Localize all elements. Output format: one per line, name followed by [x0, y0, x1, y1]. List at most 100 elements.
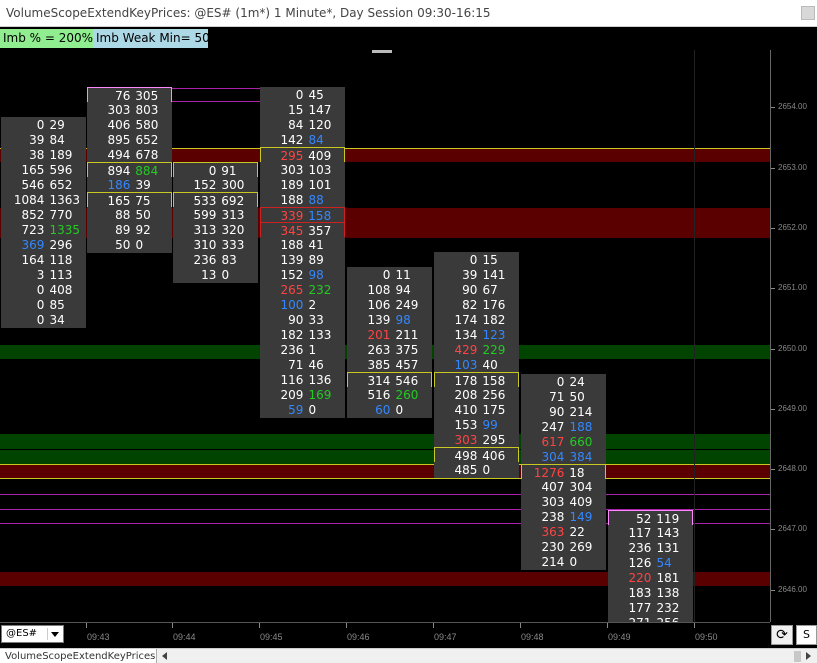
footprint-cell: 106 249	[347, 297, 432, 313]
chevron-down-icon[interactable]	[47, 628, 61, 640]
footprint-cell: 303 295	[434, 432, 519, 448]
bid-volume: 189	[280, 178, 304, 192]
scroll-left-icon[interactable]	[162, 652, 167, 660]
bid-volume: 39	[29, 133, 45, 147]
footprint-cell: 265 232	[260, 282, 345, 298]
footprint-cell: 303 103	[260, 162, 345, 178]
footprint-cell: 385 457	[347, 357, 432, 373]
bid-volume: 117	[628, 526, 652, 540]
ask-volume: 50	[135, 208, 151, 222]
vertical-grid-line	[694, 50, 695, 622]
bid-volume: 895	[107, 133, 131, 147]
refresh-button[interactable]: ⟳	[771, 625, 793, 645]
bid-volume: 15	[288, 103, 304, 117]
ask-volume: 2	[308, 298, 317, 312]
ask-volume: 295	[482, 433, 506, 447]
bid-volume: 407	[541, 480, 565, 494]
ask-volume: 300	[221, 178, 245, 192]
ask-volume: 175	[482, 403, 506, 417]
scroll-right-icon[interactable]	[806, 652, 811, 660]
bid-volume: 142	[280, 133, 304, 147]
ask-volume: 214	[569, 405, 593, 419]
footprint-cell: 345 357	[260, 222, 345, 238]
bid-volume: 1084	[13, 193, 45, 207]
ask-volume: 99	[482, 418, 498, 432]
bid-volume: 100	[280, 298, 304, 312]
bid-volume: 188	[280, 238, 304, 252]
bid-volume: 236	[193, 253, 217, 267]
footprint-cell: 406 580	[87, 117, 172, 133]
bid-volume: 13	[201, 268, 217, 282]
bid-volume: 0	[36, 298, 45, 312]
price-label: 2646.00	[778, 585, 807, 594]
footprint-cell: 60 0	[347, 402, 432, 418]
bid-volume: 263	[367, 343, 391, 357]
footprint-cell: 314 546	[347, 372, 432, 388]
footprint-cell: 177 232	[608, 600, 693, 616]
bid-volume: 0	[556, 375, 565, 389]
footprint-cell: 76 305	[87, 87, 172, 103]
ask-volume: 249	[395, 298, 419, 312]
symbol-selector[interactable]: @ES#	[1, 625, 64, 643]
bid-volume: 494	[107, 148, 131, 162]
ask-volume: 409	[569, 495, 593, 509]
footprint-cell: 498 406	[434, 447, 519, 463]
chart-window: { "window": { "title": "VolumeScopeExten…	[0, 0, 817, 663]
bid-volume: 385	[367, 358, 391, 372]
ask-volume: 133	[308, 328, 332, 342]
footprint-cell: 0 34	[1, 312, 86, 328]
price-axis	[770, 50, 817, 622]
bid-volume: 165	[21, 163, 45, 177]
footprint-cell: 263 375	[347, 342, 432, 358]
bid-volume: 230	[541, 540, 565, 554]
bid-volume: 186	[107, 178, 131, 192]
footprint-cell: 1276 18	[521, 464, 606, 480]
ask-volume: 88	[308, 193, 324, 207]
bid-volume: 182	[280, 328, 304, 342]
ask-volume: 1	[308, 343, 317, 357]
ask-volume: 24	[569, 375, 585, 389]
ask-volume: 67	[482, 283, 498, 297]
footprint-cell: 174 182	[434, 312, 519, 328]
time-label: 09:44	[173, 632, 196, 642]
footprint-cell: 139 98	[347, 312, 432, 328]
ask-volume: 770	[49, 208, 73, 222]
refresh-icon: ⟳	[776, 627, 788, 643]
price-tick	[771, 469, 775, 470]
footprint-cell: 165 75	[87, 192, 172, 208]
ask-volume: 596	[49, 163, 73, 177]
imbalance-badge: Imb % = 200%	[0, 29, 93, 48]
footprint-cell: 0 85	[1, 297, 86, 313]
key-price-band-red	[0, 464, 770, 479]
bid-volume: 313	[193, 223, 217, 237]
scroll-handle[interactable]	[372, 50, 392, 53]
footprint-cell: 894 884	[87, 162, 172, 178]
symbol-label: @ES#	[6, 628, 38, 639]
ask-volume: 304	[569, 480, 593, 494]
footprint-cell: 100 2	[260, 297, 345, 313]
ask-volume: 103	[308, 163, 332, 177]
bid-volume: 134	[454, 328, 478, 342]
scroll-thumb[interactable]	[794, 651, 801, 662]
bid-volume: 153	[454, 418, 478, 432]
ask-volume: 652	[135, 133, 159, 147]
ask-volume: 408	[49, 283, 73, 297]
window-control-icon[interactable]	[801, 6, 815, 20]
bid-volume: 188	[280, 193, 304, 207]
ask-volume: 375	[395, 343, 419, 357]
time-label: 09:43	[87, 632, 110, 642]
footprint-cell: 208 256	[434, 387, 519, 403]
study-tab[interactable]: VolumeScopeExtendKeyPrices	[0, 649, 157, 663]
footprint-cell: 369 296	[1, 237, 86, 253]
ask-volume: 182	[482, 313, 506, 327]
footprint-cell: 209 169	[260, 387, 345, 403]
footprint-cell: 183 138	[608, 585, 693, 601]
bid-volume: 201	[367, 328, 391, 342]
footprint-cell: 238 149	[521, 509, 606, 525]
s-button[interactable]: S	[796, 625, 817, 645]
key-price-band-green	[0, 450, 770, 465]
footprint-cell: 139 89	[260, 252, 345, 268]
time-tick	[607, 623, 608, 628]
footprint-cell: 303 409	[521, 494, 606, 510]
horizontal-scrollbar[interactable]	[160, 650, 817, 663]
